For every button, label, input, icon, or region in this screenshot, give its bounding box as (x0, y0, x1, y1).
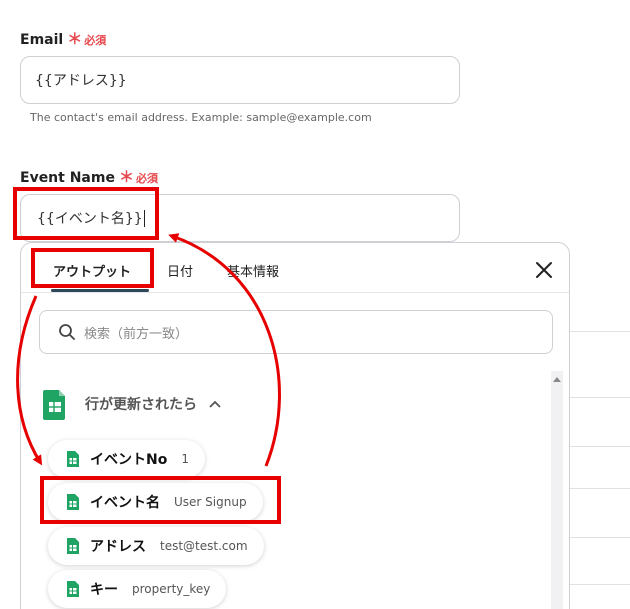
scroll-up-arrow-icon[interactable] (553, 377, 561, 382)
app-root: Email ＊必須 {{アドレス}} The contact's email ad… (0, 0, 630, 609)
output-item-key[interactable]: キー property_key (48, 570, 227, 608)
scrollbar[interactable] (551, 371, 563, 609)
background-divider (570, 537, 630, 538)
email-input-value: {{アドレス}} (35, 73, 127, 89)
google-sheets-icon (67, 494, 79, 510)
event-name-label-text: Event Name (20, 170, 115, 186)
required-text: 必須 (84, 34, 107, 47)
background-divider (570, 488, 630, 489)
background-divider (570, 446, 630, 447)
item-name: キー (90, 582, 118, 598)
output-item-event-name[interactable]: イベント名 User Signup (48, 483, 263, 521)
email-label-text: Email (20, 32, 64, 48)
tab-basic-info[interactable]: 基本情報 (227, 261, 279, 280)
event-name-input[interactable]: {{イベント名}} (20, 194, 460, 242)
item-value: property_key (132, 582, 211, 596)
item-value: 1 (181, 452, 189, 466)
group-header-row-updated[interactable]: 行が更新されたら (43, 386, 221, 422)
active-tab-indicator (51, 289, 149, 292)
search-input[interactable]: 検索（前方一致） (39, 310, 553, 354)
google-sheets-icon (67, 538, 79, 554)
event-name-input-value: {{イベント名}} (37, 211, 143, 227)
email-input[interactable]: {{アドレス}} (20, 56, 460, 104)
variable-picker-popup: アウトプット 日付 基本情報 検索（前方一致） 行が更新されたら イベントNo … (20, 242, 570, 609)
close-icon (536, 262, 552, 278)
chevron-up-icon[interactable] (209, 400, 221, 408)
item-value: test@test.com (160, 539, 248, 553)
background-divider (570, 584, 630, 585)
required-text: 必須 (135, 172, 158, 185)
google-sheets-icon (43, 390, 65, 420)
search-icon (59, 324, 75, 340)
group-title: 行が更新されたら (85, 397, 197, 413)
item-name: イベントNo (90, 452, 168, 468)
google-sheets-icon (67, 451, 79, 467)
item-name: アドレス (90, 539, 146, 555)
close-button[interactable] (533, 259, 555, 281)
background-divider (570, 331, 630, 332)
required-star: ＊ (118, 168, 134, 186)
text-caret (143, 209, 145, 227)
item-value: User Signup (174, 495, 247, 509)
event-name-label: Event Name ＊必須 (20, 166, 158, 187)
output-item-event-no[interactable]: イベントNo 1 (48, 440, 205, 478)
output-item-address[interactable]: アドレス test@test.com (48, 527, 264, 565)
email-help-text: The contact's email address. Example: sa… (30, 111, 372, 124)
item-name: イベント名 (90, 495, 160, 511)
tab-output[interactable]: アウトプット (53, 261, 131, 280)
popup-tabs: アウトプット 日付 基本情報 (21, 243, 569, 293)
search-placeholder: 検索（前方一致） (84, 326, 189, 342)
background-divider (570, 397, 630, 398)
required-star: ＊ (67, 30, 83, 48)
google-sheets-icon (67, 581, 79, 597)
email-label: Email ＊必須 (20, 28, 106, 49)
tab-date[interactable]: 日付 (167, 261, 193, 280)
